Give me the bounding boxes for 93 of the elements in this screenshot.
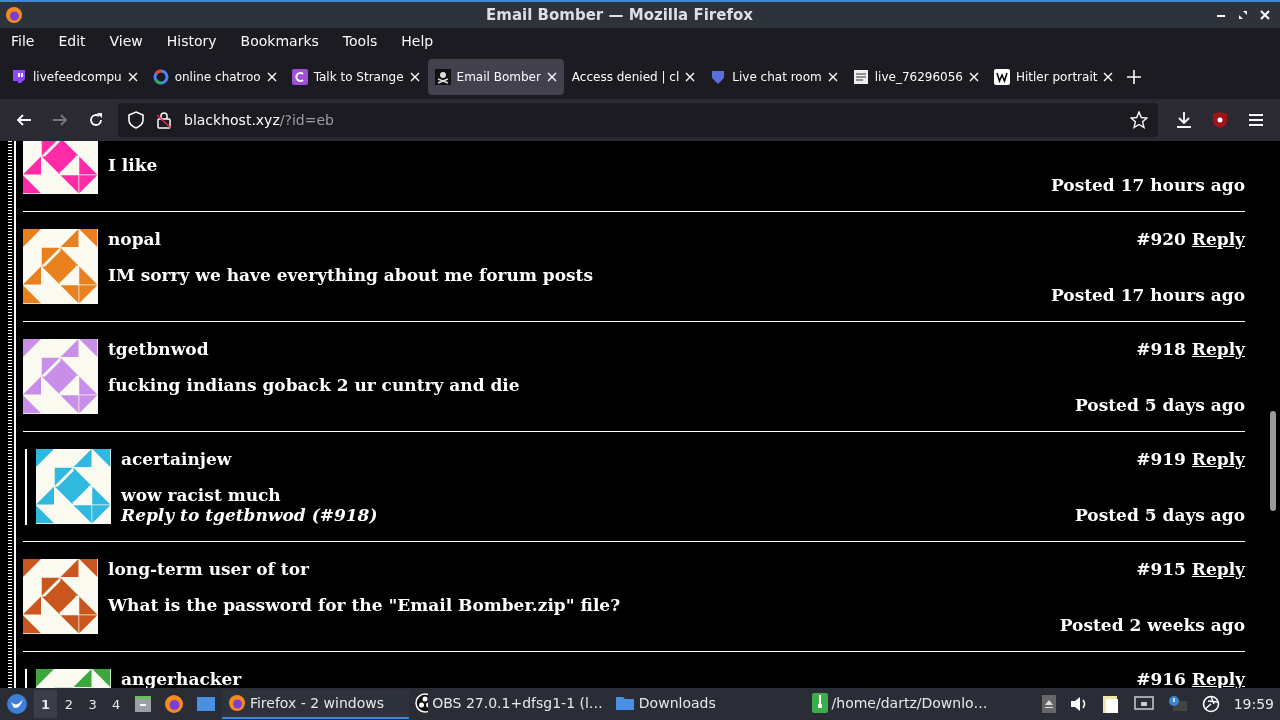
close-icon[interactable] [409, 71, 420, 82]
post-number: #916 [1136, 668, 1186, 689]
shield-icon[interactable] [1211, 110, 1229, 129]
browser-tab[interactable]: Talk to Strange [284, 58, 427, 95]
post-text: wow racist much [121, 484, 282, 505]
aperture-icon[interactable] [1201, 695, 1220, 713]
ring-icon [152, 68, 169, 85]
post-number: #919 [1136, 448, 1186, 469]
post-number: #920 [1136, 228, 1186, 249]
post-number: #915 [1136, 558, 1186, 579]
taskbar-button[interactable]: /home/dartz/Downlo… [805, 689, 1042, 719]
browser-tab[interactable]: livefeedcompu [4, 58, 145, 95]
username: acertainjew [121, 448, 233, 469]
username: long-term user of tor [108, 558, 310, 579]
browser-tab[interactable]: live_76296056 [845, 58, 986, 95]
browser-tab[interactable]: Email Bomber [427, 58, 564, 95]
volume-icon[interactable] [1069, 696, 1088, 712]
post-text: fucking indians goback 2 ur cuntry and die [108, 374, 521, 395]
url-text: blackhost.xyz/?id=eb [184, 111, 334, 128]
file-cabinet-icon[interactable] [133, 695, 152, 713]
browser-tab[interactable]: Live chat room [703, 58, 845, 95]
reply-to-text: Reply to tgetbnwod (#918) [121, 504, 379, 525]
network-icon[interactable] [1133, 696, 1154, 712]
close-icon[interactable] [685, 71, 696, 82]
menu-item[interactable]: Edit [50, 33, 94, 50]
post-time: Posted 5 days ago [1075, 394, 1245, 415]
close-icon[interactable] [968, 71, 979, 82]
username: tgetbnwod [108, 338, 210, 359]
eject-icon[interactable] [1041, 695, 1056, 713]
shield-icon[interactable] [128, 110, 144, 129]
reply-link[interactable]: Reply [1191, 228, 1245, 249]
record-icon [414, 693, 429, 713]
page-icon [993, 68, 1010, 85]
close-icon[interactable] [266, 71, 277, 82]
close-icon[interactable] [1103, 71, 1114, 82]
notification-icon[interactable] [1167, 695, 1188, 713]
close-icon[interactable] [546, 71, 557, 82]
menu-item[interactable]: Bookmarks [232, 33, 327, 50]
browser-tab[interactable]: Access denied | cl [564, 58, 703, 95]
clipboard-icon[interactable] [1101, 694, 1120, 714]
broken-lock-icon[interactable] [156, 110, 172, 129]
chat-bubble-icon [11, 68, 27, 85]
post-time: Posted 2 weeks ago [1059, 614, 1245, 635]
workspace-button[interactable]: 2 [57, 690, 81, 718]
skull-icon [434, 68, 451, 85]
square-icon [291, 68, 308, 85]
taskbar-button[interactable]: Downloads [608, 689, 806, 719]
workspace-button[interactable]: 3 [80, 690, 105, 718]
reply-link[interactable]: Reply [1191, 558, 1245, 579]
post-text: I like [108, 154, 159, 175]
menu-item[interactable]: History [158, 33, 225, 50]
clock[interactable]: 19:59 [1233, 696, 1274, 712]
workspace-button[interactable]: 1 [33, 690, 58, 718]
menu-item[interactable]: File [3, 33, 43, 50]
scrollbar-thumb[interactable] [1270, 410, 1276, 511]
browser-logo-icon [227, 694, 246, 712]
window-icon[interactable] [195, 695, 216, 713]
archive-icon [811, 693, 828, 713]
menu-item[interactable]: Help [393, 33, 442, 50]
menu-item[interactable]: Tools [334, 33, 386, 50]
post-text: IM sorry we have everything about me forum posts [108, 264, 595, 285]
reply-link[interactable]: Reply [1191, 338, 1245, 359]
close-icon[interactable] [827, 71, 838, 82]
post-time: Posted 17 hours ago [1050, 284, 1245, 305]
plus-icon[interactable] [1127, 69, 1142, 84]
username: nopal [108, 228, 163, 249]
post-number: #918 [1136, 338, 1186, 359]
post-text: What is the password for the "Email Bomber.zip" file? [108, 594, 622, 615]
workspace-button[interactable]: 4 [104, 690, 128, 718]
window-title: Email Bomber — Mozilla Firefox [485, 6, 754, 24]
taskbar-button[interactable]: Firefox - 2 windows [221, 689, 409, 719]
browser-tab[interactable]: online chatroo [145, 58, 284, 95]
browser-logo-icon [5, 6, 23, 24]
close-icon[interactable] [127, 71, 138, 82]
reply-link[interactable]: Reply [1191, 448, 1245, 469]
post-time: Posted 5 days ago [1075, 504, 1245, 525]
maximize-icon[interactable] [1238, 10, 1248, 20]
browser-tab[interactable]: Hitler portrait [986, 58, 1121, 95]
browser-logo-icon[interactable] [163, 694, 184, 714]
close-icon[interactable] [1260, 10, 1270, 20]
download-icon[interactable] [1175, 110, 1193, 129]
reply-link[interactable]: Reply [1191, 668, 1245, 689]
folder-icon [614, 694, 635, 712]
menu-item[interactable]: View [101, 33, 151, 50]
post-time: Posted 17 hours ago [1050, 174, 1245, 195]
star-icon[interactable] [1130, 110, 1148, 129]
file-icon [852, 68, 869, 85]
app-menu-icon[interactable] [6, 693, 28, 715]
username: angerhacker [121, 668, 243, 689]
address-bar[interactable]: blackhost.xyz/?id=eb [118, 102, 1158, 137]
shield-icon [710, 68, 727, 85]
reload-icon[interactable] [87, 110, 105, 129]
taskbar-button[interactable]: OBS 27.0.1+dfsg1-1 (l… [408, 689, 609, 719]
